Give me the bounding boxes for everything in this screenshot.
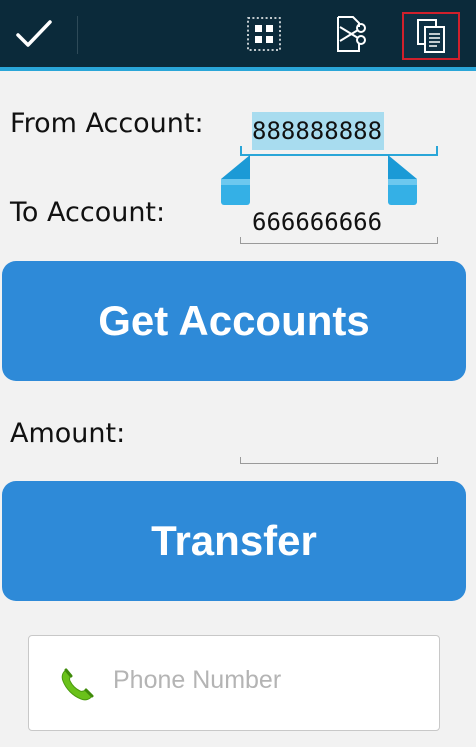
from-account-value: 888888888 bbox=[252, 112, 385, 150]
cut-icon bbox=[337, 16, 366, 52]
to-account-label: To Account: bbox=[10, 197, 166, 228]
select-all-icon bbox=[247, 17, 281, 51]
select-all-button[interactable] bbox=[240, 8, 288, 60]
contextual-action-bar bbox=[0, 0, 476, 67]
check-icon bbox=[16, 20, 52, 47]
amount-field[interactable] bbox=[240, 420, 438, 464]
phone-number-placeholder: Phone Number bbox=[113, 666, 282, 694]
to-account-value: 666666666 bbox=[252, 208, 383, 236]
transfer-button[interactable]: Transfer bbox=[2, 481, 466, 601]
cut-button[interactable] bbox=[322, 8, 374, 60]
from-account-field[interactable]: 888888888 bbox=[240, 108, 438, 156]
phone-number-field[interactable]: Phone Number bbox=[28, 635, 440, 731]
amount-label: Amount: bbox=[10, 418, 126, 449]
done-button[interactable] bbox=[6, 8, 62, 60]
action-bar-accent-line bbox=[0, 67, 476, 71]
to-account-field[interactable]: 666666666 bbox=[240, 200, 438, 244]
copy-button[interactable] bbox=[402, 12, 460, 60]
get-accounts-button[interactable]: Get Accounts bbox=[2, 261, 466, 381]
phone-icon bbox=[61, 668, 94, 701]
action-bar-divider bbox=[77, 16, 78, 54]
from-account-label: From Account: bbox=[10, 108, 204, 139]
copy-icon bbox=[417, 19, 445, 53]
